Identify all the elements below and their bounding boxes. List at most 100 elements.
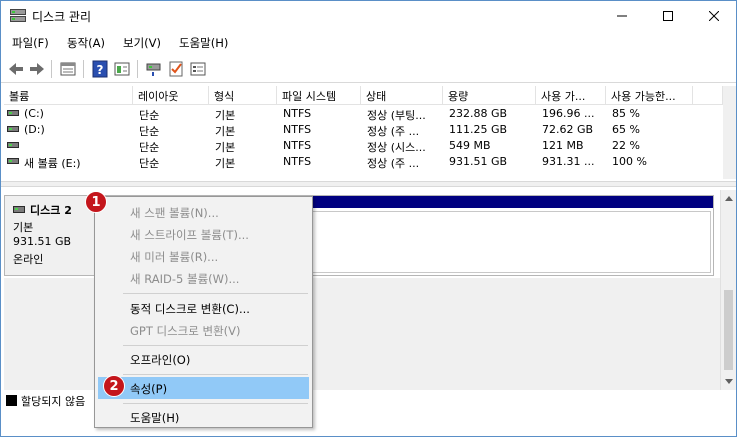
help-icon[interactable]: ?: [91, 60, 109, 78]
cell-capacity: 549 MB: [449, 139, 491, 152]
cell-percent-free: 85 %: [612, 107, 640, 120]
step-badge-2: 2: [103, 375, 125, 397]
drive-icon: [7, 142, 19, 148]
cell-capacity: 931.51 GB: [449, 155, 508, 168]
cell-status: 정상 (부팅...: [367, 109, 426, 122]
cell-free-space: 121 MB: [542, 139, 584, 152]
cell-percent-free: 65 %: [612, 123, 640, 136]
cell-status: 정상 (주 ...: [367, 125, 420, 138]
column-header-type[interactable]: 형식: [209, 86, 277, 105]
toolbar: ?: [1, 55, 736, 83]
list-icon[interactable]: [189, 60, 207, 78]
column-header-volume[interactable]: 볼륨: [4, 86, 133, 105]
menu-new-spanned-volume[interactable]: 새 스팬 볼륨(N)...: [98, 201, 309, 223]
menu-bar: 파일(F) 동작(A) 보기(V) 도움말(H): [1, 32, 736, 54]
toolbar-separator: [83, 60, 84, 78]
volume-list-scrollbar[interactable]: [723, 86, 736, 179]
cell-type: 기본: [215, 157, 236, 170]
toolbar-separator: [137, 60, 138, 78]
disk-management-window: 디스크 관리 파일(F) 동작(A) 보기(V) 도움말(H) ? 볼륨 레이아…: [0, 0, 737, 437]
disk-name: 디스크 2: [30, 204, 72, 217]
view-icon[interactable]: [113, 60, 131, 78]
cell-percent-free: 100 %: [612, 155, 647, 168]
scroll-thumb[interactable]: [724, 290, 733, 370]
check-icon[interactable]: [167, 60, 185, 78]
menu-new-raid5-volume[interactable]: 새 RAID-5 볼륨(W)...: [98, 267, 309, 289]
column-header-percent-free[interactable]: 사용 가능한...: [606, 86, 693, 105]
step-badge-1: 1: [85, 191, 107, 213]
close-button[interactable]: [691, 1, 737, 31]
forward-icon[interactable]: [28, 60, 46, 78]
disk-size: 931.51 GB: [13, 235, 72, 248]
cell-type: 기본: [215, 109, 236, 122]
cell-free-space: 931.31 ...: [542, 155, 595, 168]
cell-type: 기본: [215, 141, 236, 154]
menu-file[interactable]: 파일(F): [12, 35, 49, 51]
volume-row[interactable]: 새 볼륨 (E:) 단순 기본 NTFS 정상 (주 ... 931.51 GB…: [4, 154, 723, 170]
volume-row[interactable]: (D:) 단순 기본 NTFS 정상 (주 ... 111.25 GB 72.6…: [4, 122, 723, 138]
cell-filesystem: NTFS: [283, 155, 312, 168]
unallocated-swatch: [6, 395, 17, 406]
volume-list: 볼륨 레이아웃 형식 파일 시스템 상태 용량 사용 가... 사용 가능한..…: [4, 86, 723, 179]
menu-offline[interactable]: 오프라인(O): [98, 348, 309, 370]
pane-splitter[interactable]: [1, 181, 736, 187]
back-icon[interactable]: [7, 60, 25, 78]
drive-icon: [7, 110, 19, 116]
menu-separator: [123, 293, 308, 294]
cell-status: 정상 (주 ...: [367, 157, 420, 170]
legend-unallocated: 할당되지 않음: [21, 395, 86, 408]
drive-icon: [7, 126, 19, 132]
cell-volume: (D:): [24, 123, 45, 136]
column-header-capacity[interactable]: 용량: [443, 86, 536, 105]
cell-filesystem: NTFS: [283, 139, 312, 152]
menu-convert-dynamic[interactable]: 동적 디스크로 변환(C)...: [98, 297, 309, 319]
column-header-filesystem[interactable]: 파일 시스템: [277, 86, 361, 105]
window-title: 디스크 관리: [32, 10, 92, 24]
cell-status: 정상 (시스...: [367, 141, 426, 154]
menu-separator: [123, 403, 308, 404]
toolbar-separator: [51, 60, 52, 78]
minimize-button[interactable]: [599, 1, 645, 31]
cell-capacity: 232.88 GB: [449, 107, 508, 120]
column-header-free-space[interactable]: 사용 가...: [536, 86, 606, 105]
maximize-button[interactable]: [645, 1, 691, 31]
scroll-down-icon[interactable]: [725, 379, 733, 384]
menu-help[interactable]: 도움말(H): [179, 35, 228, 51]
cell-volume: 새 볼륨 (E:): [24, 157, 81, 170]
cell-layout: 단순: [139, 125, 160, 138]
cell-free-space: 196.96 ...: [542, 107, 595, 120]
menu-properties[interactable]: 속성(P): [98, 377, 309, 399]
disk-management-icon: [10, 9, 26, 22]
cell-layout: 단순: [139, 157, 160, 170]
cell-filesystem: NTFS: [283, 123, 312, 136]
lower-pane-scrollbar[interactable]: [720, 190, 736, 390]
minimize-icon: [617, 15, 627, 17]
column-header-filler: [693, 86, 723, 105]
menu-new-striped-volume[interactable]: 새 스트라이프 볼륨(T)...: [98, 223, 309, 245]
menu-convert-gpt[interactable]: GPT 디스크로 변환(V): [98, 319, 309, 341]
column-header-layout[interactable]: 레이아웃: [133, 86, 209, 105]
volume-row[interactable]: 단순 기본 NTFS 정상 (시스... 549 MB 121 MB 22 %: [4, 138, 723, 154]
cell-type: 기본: [215, 125, 236, 138]
cell-capacity: 111.25 GB: [449, 123, 508, 136]
column-header-status[interactable]: 상태: [361, 86, 443, 105]
disk-type: 기본: [13, 221, 34, 234]
cell-filesystem: NTFS: [283, 107, 312, 120]
maximize-icon: [663, 11, 673, 21]
disk-icon: [13, 206, 25, 213]
menu-new-mirror-volume[interactable]: 새 미러 볼륨(R)...: [98, 245, 309, 267]
context-menu: 새 스팬 볼륨(N)... 새 스트라이프 볼륨(T)... 새 미러 볼륨(R…: [94, 196, 313, 428]
cell-free-space: 72.62 GB: [542, 123, 594, 136]
connect-icon[interactable]: [145, 60, 163, 78]
scroll-up-icon[interactable]: [725, 196, 733, 201]
menu-view[interactable]: 보기(V): [123, 35, 161, 51]
menu-separator: [123, 374, 308, 375]
title-bar: 디스크 관리: [1, 1, 736, 31]
menu-help-item[interactable]: 도움말(H): [98, 406, 309, 428]
svg-text:?: ?: [97, 63, 104, 77]
menu-action[interactable]: 동작(A): [67, 35, 105, 51]
close-icon: [709, 11, 719, 21]
volume-row[interactable]: (C:) 단순 기본 NTFS 정상 (부팅... 232.88 GB 196.…: [4, 106, 723, 122]
properties-icon[interactable]: [59, 60, 77, 78]
menu-separator: [123, 345, 308, 346]
